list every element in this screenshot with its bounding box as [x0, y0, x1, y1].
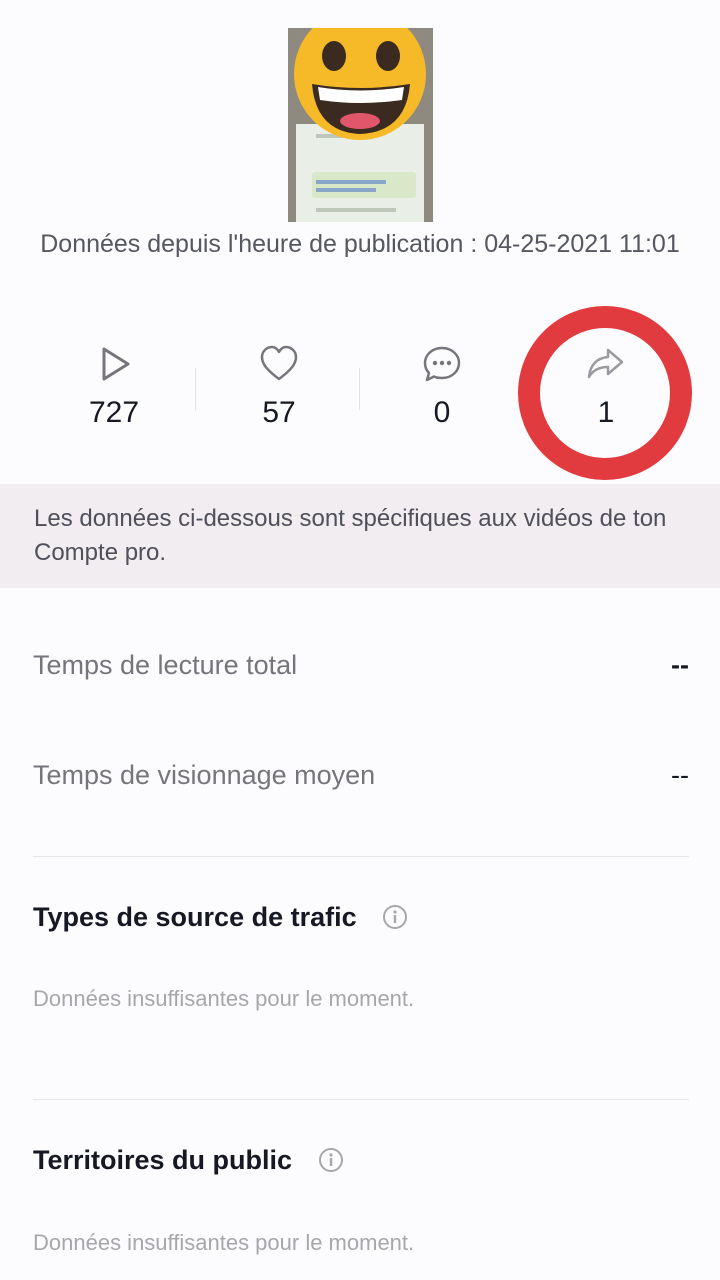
- publication-date-label: Données depuis l'heure de publication : …: [40, 230, 680, 258]
- pro-account-notice: Les données ci-dessous sont spécifiques …: [0, 484, 720, 588]
- traffic-source-empty-text: Données insuffisantes pour le moment.: [33, 986, 415, 1011]
- average-watch-time-row: Temps de visionnage moyen --: [33, 760, 689, 800]
- divider: [33, 1099, 689, 1100]
- comments-stat: 0: [372, 340, 512, 450]
- total-play-time-row: Temps de lecture total --: [33, 650, 689, 690]
- audience-territories-title: Territoires du public: [33, 1145, 293, 1175]
- average-watch-time-value: --: [671, 760, 689, 790]
- pro-account-notice-text: Les données ci-dessous sont spécifiques …: [34, 505, 667, 566]
- video-thumbnail[interactable]: [288, 28, 433, 222]
- comments-count: 0: [433, 396, 451, 429]
- heart-icon: [260, 345, 298, 381]
- play-icon: [102, 347, 130, 381]
- likes-stat: 57: [209, 340, 349, 450]
- views-count: 727: [88, 396, 140, 429]
- stats-row: 727 57 0 1: [0, 340, 720, 450]
- total-play-time-value: --: [671, 650, 689, 680]
- likes-count: 57: [262, 396, 296, 429]
- info-icon[interactable]: [318, 1147, 344, 1173]
- traffic-source-section-title: Types de source de trafic: [33, 902, 408, 933]
- comment-icon: [423, 346, 461, 382]
- shares-count: 1: [597, 396, 615, 429]
- total-play-time-label: Temps de lecture total: [33, 650, 298, 680]
- info-icon[interactable]: [382, 904, 408, 930]
- views-stat: 727: [44, 340, 184, 450]
- divider: [33, 856, 689, 857]
- share-icon: [587, 348, 624, 379]
- audience-territories-section-title: Territoires du public: [33, 1145, 344, 1176]
- shares-stat: 1: [536, 340, 676, 450]
- smiley-emoji-icon: [294, 28, 426, 140]
- average-watch-time-label: Temps de visionnage moyen: [33, 760, 376, 790]
- traffic-source-title: Types de source de trafic: [33, 902, 357, 932]
- video-analytics-page: Données depuis l'heure de publication : …: [0, 0, 720, 1280]
- audience-territories-empty-text: Données insuffisantes pour le moment.: [33, 1230, 415, 1255]
